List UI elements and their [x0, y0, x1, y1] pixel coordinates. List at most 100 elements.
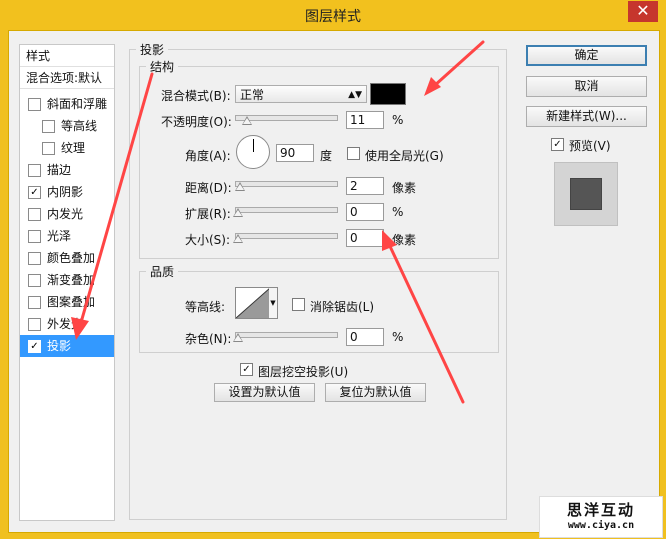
distance-input[interactable]: 2: [346, 177, 384, 195]
knockout-label: 图层挖空投影(U): [258, 365, 349, 379]
sidebar-item-texture[interactable]: 纹理: [20, 137, 114, 159]
up-down-arrows-icon: ▲▼: [348, 90, 362, 100]
spread-slider-thumb[interactable]: [233, 208, 243, 217]
sidebar-checkbox[interactable]: [28, 274, 41, 287]
ok-button[interactable]: 确定: [526, 45, 647, 66]
sidebar-item-inner-shadow[interactable]: ✓ 内阴影: [20, 181, 114, 203]
sidebar-checkbox[interactable]: [28, 296, 41, 309]
cancel-button[interactable]: 取消: [526, 76, 647, 97]
sidebar-item-label: 内发光: [47, 207, 84, 221]
angle-needle: [253, 139, 254, 152]
distance-unit: 像素: [392, 181, 417, 195]
contour-label: 等高线:: [185, 300, 226, 314]
sidebar-item-label: 外发光: [47, 317, 84, 331]
preview-swatch: [570, 178, 602, 210]
sidebar-item-gradient-overlay[interactable]: 渐变叠加: [20, 269, 114, 291]
sidebar-item-stroke[interactable]: 描边: [20, 159, 114, 181]
sidebar-item-label: 等高线: [61, 119, 98, 133]
angle-unit: 度: [320, 149, 333, 163]
contour-dropdown-arrow-icon[interactable]: ▼: [269, 287, 278, 319]
angle-label: 角度(A):: [185, 149, 231, 163]
distance-slider-thumb[interactable]: [235, 182, 245, 191]
watermark-url: www.ciya.cn: [567, 520, 635, 531]
sidebar-item-label: 光泽: [47, 229, 72, 243]
blend-mode-label: 混合模式(B):: [161, 89, 231, 103]
sidebar-item-label: 描边: [47, 163, 72, 177]
sidebar-item-label: 斜面和浮雕: [47, 97, 108, 111]
title-bar: 图层样式 ✕: [0, 0, 666, 30]
sidebar-item-label: 图案叠加: [47, 295, 96, 309]
sidebar-checkbox[interactable]: [28, 164, 41, 177]
structure-title: 结构: [150, 60, 175, 74]
noise-slider[interactable]: [235, 332, 338, 338]
sidebar-header-blending[interactable]: 混合选项:默认: [20, 67, 114, 89]
anti-alias-label: 消除锯齿(L): [310, 300, 375, 314]
close-icon: ✕: [636, 1, 650, 20]
sidebar-item-bevel-emboss[interactable]: 斜面和浮雕: [20, 93, 114, 115]
quality-title: 品质: [150, 265, 175, 279]
sidebar-item-label: 纹理: [61, 141, 86, 155]
preview-checkbox[interactable]: ✓: [551, 138, 564, 151]
window-title: 图层样式: [305, 9, 361, 25]
sidebar-item-satin[interactable]: 光泽: [20, 225, 114, 247]
styles-sidebar: 样式 混合选项:默认 斜面和浮雕 等高线 纹理 描边 ✓ 内阴影 内发光 光泽: [19, 44, 115, 521]
global-light-checkbox[interactable]: [347, 147, 360, 160]
angle-dial[interactable]: [236, 135, 270, 169]
size-slider[interactable]: [235, 233, 338, 239]
opacity-label: 不透明度(O):: [161, 115, 232, 129]
global-light-label: 使用全局光(G): [365, 149, 444, 163]
contour-curve-icon: [236, 288, 270, 318]
sidebar-checkbox[interactable]: [42, 120, 55, 133]
sidebar-checkbox[interactable]: [28, 98, 41, 111]
new-style-button[interactable]: 新建样式(W)...: [526, 106, 647, 127]
opacity-slider-thumb[interactable]: [242, 116, 252, 125]
angle-input[interactable]: 90: [276, 144, 314, 162]
spread-slider[interactable]: [235, 207, 338, 213]
noise-label: 杂色(N):: [185, 332, 232, 346]
close-button[interactable]: ✕: [628, 1, 658, 22]
sidebar-header-styles[interactable]: 样式: [20, 45, 114, 67]
sidebar-item-drop-shadow[interactable]: ✓ 投影: [20, 335, 114, 357]
sidebar-item-label: 投影: [47, 339, 72, 353]
distance-slider[interactable]: [235, 181, 338, 187]
reset-default-button[interactable]: 复位为默认值: [325, 383, 426, 402]
blend-mode-select[interactable]: 正常 ▲▼: [235, 85, 367, 103]
anti-alias-checkbox[interactable]: [292, 298, 305, 311]
sidebar-checkbox[interactable]: ✓: [28, 340, 41, 353]
spread-input[interactable]: 0: [346, 203, 384, 221]
sidebar-item-contour[interactable]: 等高线: [20, 115, 114, 137]
noise-slider-thumb[interactable]: [233, 333, 243, 342]
opacity-input[interactable]: 11: [346, 111, 384, 129]
sidebar-item-pattern-overlay[interactable]: 图案叠加: [20, 291, 114, 313]
sidebar-checkbox[interactable]: [28, 230, 41, 243]
style-preview: [554, 162, 618, 226]
spread-unit: %: [392, 205, 404, 219]
size-label: 大小(S):: [185, 233, 231, 247]
sidebar-checkbox[interactable]: [28, 318, 41, 331]
size-input[interactable]: 0: [346, 229, 384, 247]
noise-input[interactable]: 0: [346, 328, 384, 346]
sidebar-checkbox[interactable]: ✓: [28, 186, 41, 199]
shadow-color-swatch[interactable]: [370, 83, 406, 105]
size-slider-thumb[interactable]: [233, 234, 243, 243]
sidebar-item-color-overlay[interactable]: 颜色叠加: [20, 247, 114, 269]
watermark-logo: 思洋互动 www.ciya.cn: [539, 496, 663, 538]
sidebar-item-inner-glow[interactable]: 内发光: [20, 203, 114, 225]
sidebar-checkbox[interactable]: [28, 208, 41, 221]
watermark-brand: 思洋互动: [566, 501, 635, 519]
sidebar-item-label: 渐变叠加: [47, 273, 96, 287]
dialog-body: 样式 混合选项:默认 斜面和浮雕 等高线 纹理 描边 ✓ 内阴影 内发光 光泽: [8, 30, 660, 533]
make-default-button[interactable]: 设置为默认值: [214, 383, 315, 402]
sidebar-checkbox[interactable]: [28, 252, 41, 265]
sidebar-checkbox[interactable]: [42, 142, 55, 155]
sidebar-item-outer-glow[interactable]: 外发光: [20, 313, 114, 335]
preview-label: 预览(V): [569, 139, 611, 153]
spread-label: 扩展(R):: [185, 207, 231, 221]
drop-shadow-title: 投影: [140, 43, 165, 57]
size-unit: 像素: [392, 233, 417, 247]
noise-unit: %: [392, 330, 404, 344]
sidebar-item-label: 内阴影: [47, 185, 84, 199]
sidebar-item-label: 颜色叠加: [47, 251, 96, 265]
knockout-checkbox[interactable]: ✓: [240, 363, 253, 376]
contour-picker[interactable]: [235, 287, 271, 319]
